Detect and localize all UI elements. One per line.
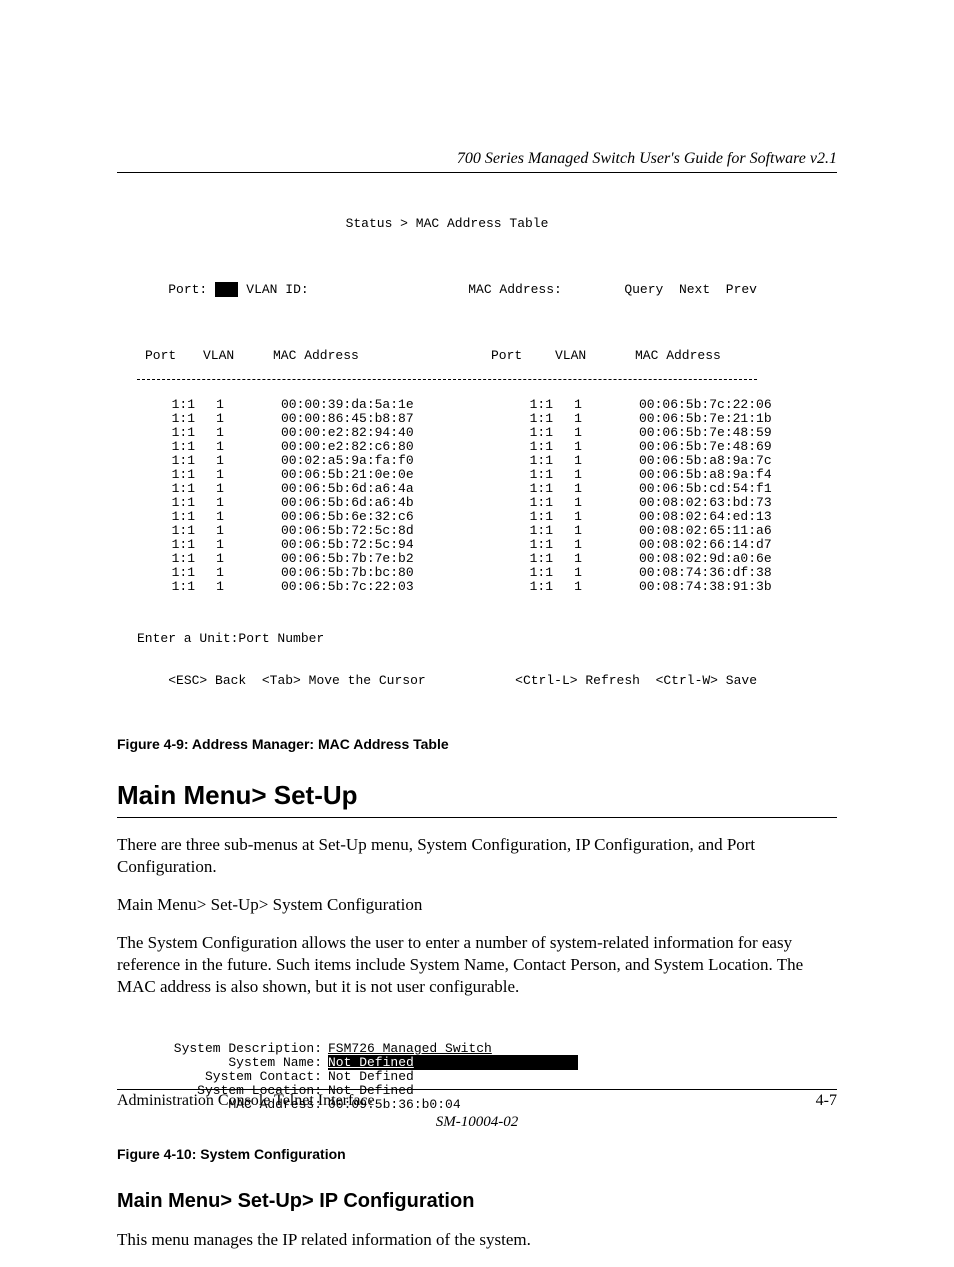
mac-table-row: 1:1100:00:39:da:5a:1e1:1100:06:5b:7c:22:… [137,398,837,412]
col-mac-left: MAC Address [253,349,451,363]
footer-left: Administration Console Telnet Interface [117,1092,375,1110]
col-port-left: Port [137,349,203,363]
mac-table-row: 1:1100:06:5b:7b:7e:b21:1100:08:02:9d:a0:… [137,552,837,566]
system-config-row: System Description:FSM726 Managed Switch [162,1042,837,1056]
mac-table-row: 1:1100:06:5b:6d:a6:4b1:1100:08:02:63:bd:… [137,496,837,510]
setup-breadcrumb-para: Main Menu> Set-Up> System Configuration [117,894,837,916]
mac-table-row: 1:1100:06:5b:7b:bc:801:1100:08:74:36:df:… [137,566,837,580]
port-filter-label: Port: [168,282,207,297]
heading-main-menu-setup: Main Menu> Set-Up [117,780,837,818]
figure-4-9-caption: Figure 4-9: Address Manager: MAC Address… [117,736,837,752]
ip-config-para: This menu manages the IP related informa… [117,1229,837,1251]
mac-table-row: 1:1100:00:e2:82:c6:801:1100:06:5b:7e:48:… [137,440,837,454]
mac-table-row: 1:1100:06:5b:72:5c:941:1100:08:02:66:14:… [137,538,837,552]
col-vlan-left: VLAN [203,349,253,363]
mac-table-row: 1:1100:00:86:45:b8:871:1100:06:5b:7e:21:… [137,412,837,426]
terminal-divider [137,379,757,380]
key-tab: <Tab> Move the Cursor [262,673,426,688]
key-esc: <ESC> Back [168,673,246,688]
mac-table-row: 1:1100:06:5b:72:5c:8d1:1100:08:02:65:11:… [137,524,837,538]
mac-table-row: 1:1100:02:a5:9a:fa:f01:1100:06:5b:a8:9a:… [137,454,837,468]
mac-table-row: 1:1100:06:5b:21:0e:0e1:1100:06:5b:a8:9a:… [137,468,837,482]
col-port-right: Port [491,349,545,363]
setup-desc-para: The System Configuration allows the user… [117,932,837,998]
running-header: 700 Series Managed Switch User's Guide f… [117,150,837,173]
port-filter-input[interactable] [215,282,238,297]
key-save: <Ctrl-W> Save [656,673,757,688]
mac-address-table-terminal: Status > MAC Address Table Port: VLAN ID… [137,203,837,730]
terminal-breadcrumb: Status > MAC Address Table [137,217,757,231]
mac-table-row: 1:1100:00:e2:82:94:401:1100:06:5b:7e:48:… [137,426,837,440]
key-refresh: <Ctrl-L> Refresh [515,673,640,688]
footer-page-number: 4-7 [816,1092,837,1110]
mac-table-row: 1:1100:06:5b:7c:22:031:1100:08:74:38:91:… [137,580,837,594]
mac-table-row: 1:1100:06:5b:6e:32:c61:1100:08:02:64:ed:… [137,510,837,524]
heading-ip-configuration: Main Menu> Set-Up> IP Configuration [117,1190,837,1213]
mac-filter-label: MAC Address: [468,282,562,297]
system-config-row: System Contact:Not Defined [162,1070,837,1084]
query-button[interactable]: Query [624,282,663,297]
col-mac-right: MAC Address [605,349,795,363]
mac-table-row: 1:1100:06:5b:6d:a6:4a1:1100:06:5b:cd:54:… [137,482,837,496]
system-config-row: System Name:Not Defined [162,1056,837,1070]
vlan-filter-label: VLAN ID: [246,282,308,297]
prev-button[interactable]: Prev [726,282,757,297]
setup-intro-para: There are three sub-menus at Set-Up menu… [117,834,837,878]
terminal-prompt: Enter a Unit:Port Number [137,632,837,646]
col-vlan-right: VLAN [545,349,605,363]
footer-docnum: SM-10004-02 [117,1114,837,1131]
page-footer: Administration Console Telnet Interface … [117,1089,837,1131]
next-button[interactable]: Next [679,282,710,297]
figure-4-10-caption: Figure 4-10: System Configuration [117,1146,837,1162]
